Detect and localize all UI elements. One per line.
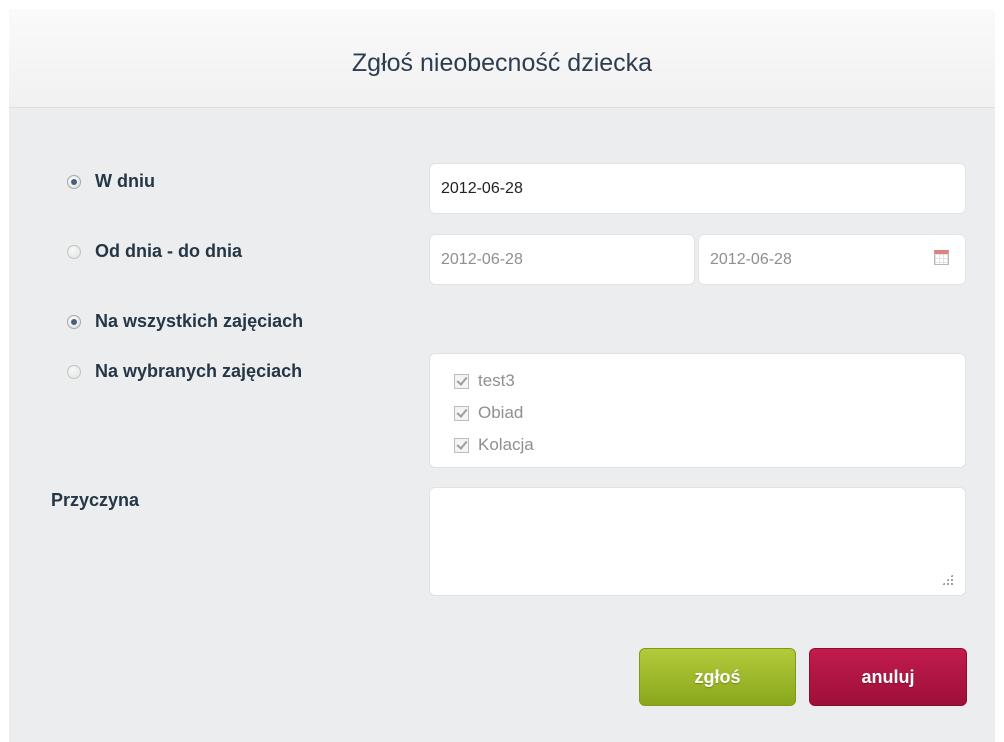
activity-checkbox[interactable]: [454, 405, 469, 421]
activity-item-test3[interactable]: test3: [454, 365, 965, 397]
activity-checklist: test3 Obiad Kolacja: [429, 353, 966, 468]
cancel-button[interactable]: anuluj: [809, 648, 967, 706]
submit-button[interactable]: zgłoś: [639, 648, 796, 706]
activity-item-obiad[interactable]: Obiad: [454, 397, 965, 429]
radio-selected-activities-label: Na wybranych zajęciach: [95, 361, 303, 381]
activity-checkbox[interactable]: [454, 373, 469, 389]
range-to-input[interactable]: 2012-06-28: [698, 234, 966, 285]
radio-all-activities[interactable]: Na wszystkich zajęciach: [67, 311, 303, 332]
single-date-input[interactable]: 2012-06-28: [429, 163, 966, 214]
activity-item-kolacja[interactable]: Kolacja: [454, 429, 965, 461]
activity-checkbox[interactable]: [454, 437, 469, 453]
radio-single-day[interactable]: W dniu: [67, 171, 155, 192]
range-from-input[interactable]: 2012-06-28: [429, 234, 695, 285]
activity-label: test3: [478, 371, 515, 390]
activity-label: Kolacja: [478, 435, 534, 454]
radio-date-range[interactable]: Od dnia - do dnia: [67, 241, 242, 262]
radio-single-day-button[interactable]: [67, 174, 81, 189]
calendar-icon[interactable]: [934, 250, 949, 265]
radio-date-range-button[interactable]: [67, 244, 81, 259]
radio-single-day-label: W dniu: [95, 171, 155, 191]
activity-label: Obiad: [478, 403, 524, 422]
resize-grip-icon[interactable]: [942, 574, 953, 585]
radio-selected-activities[interactable]: Na wybranych zajęciach: [67, 361, 302, 382]
reason-textarea[interactable]: [429, 487, 966, 596]
dialog-title: Zgłoś nieobecność dziecka: [351, 49, 653, 77]
radio-date-range-label: Od dnia - do dnia: [95, 241, 242, 261]
dialog-header: Zgłoś nieobecność dziecka: [9, 9, 995, 108]
reason-label: Przyczyna: [51, 490, 140, 510]
absence-dialog: Zgłoś nieobecność dziecka W dniu 2012-06…: [9, 9, 995, 742]
radio-selected-activities-button[interactable]: [67, 364, 81, 379]
radio-all-activities-label: Na wszystkich zajęciach: [95, 311, 304, 331]
radio-all-activities-button[interactable]: [67, 314, 81, 329]
range-to-value: 2012-06-28: [710, 250, 792, 268]
